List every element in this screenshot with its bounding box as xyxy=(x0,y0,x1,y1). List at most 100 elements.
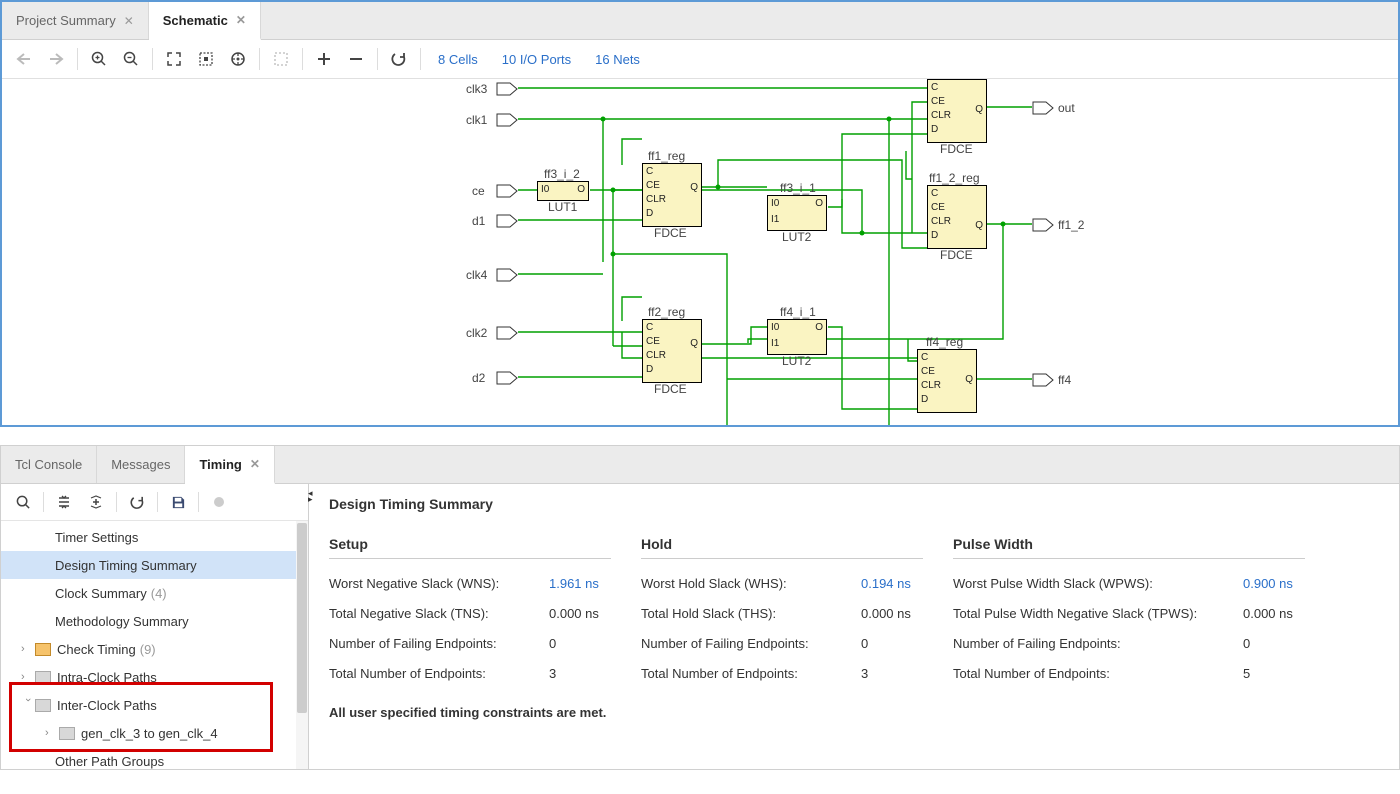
output-port-icon xyxy=(1032,101,1054,115)
tree-item-other-path-groups[interactable]: Other Path Groups xyxy=(1,747,308,769)
tree-item-intra-clock-paths[interactable]: › Intra-Clock Paths xyxy=(1,663,308,691)
tree-item-design-timing-summary[interactable]: Design Timing Summary xyxy=(1,551,308,579)
chevron-right-icon[interactable]: › xyxy=(45,727,59,739)
close-icon[interactable]: ✕ xyxy=(250,457,260,471)
folder-icon xyxy=(35,699,51,712)
collapse-all-button[interactable] xyxy=(48,489,80,515)
nav-forward-button[interactable] xyxy=(40,45,72,73)
nets-link[interactable]: 16 Nets xyxy=(583,52,652,67)
tree-item-methodology-summary[interactable]: Methodology Summary xyxy=(1,607,308,635)
select-area-button[interactable] xyxy=(265,45,297,73)
add-button[interactable] xyxy=(308,45,340,73)
whs-value[interactable]: 0.194 ns xyxy=(861,569,923,599)
separator xyxy=(157,492,158,512)
reload-button[interactable] xyxy=(121,489,153,515)
zoom-fit-button[interactable] xyxy=(158,45,190,73)
tree-item-genclk3-to-genclk4[interactable]: › gen_clk_3 to gen_clk_4 xyxy=(1,719,308,747)
cell-title: ff2_reg xyxy=(648,305,685,319)
expand-all-button[interactable] xyxy=(80,489,112,515)
tab-messages[interactable]: Messages xyxy=(97,446,185,483)
cell-lut2-a[interactable]: I0 I1 O xyxy=(767,195,827,231)
pin-label: C xyxy=(921,352,928,363)
cell-ff2-reg[interactable]: C CE CLR D Q xyxy=(642,319,702,383)
wpws-value[interactable]: 0.900 ns xyxy=(1243,569,1305,599)
ths-label: Total Hold Slack (THS): xyxy=(641,599,861,629)
port-label: ff1_2 xyxy=(1058,218,1084,232)
cell-type: LUT2 xyxy=(782,230,811,244)
record-button[interactable] xyxy=(203,489,235,515)
port-label: d2 xyxy=(472,371,485,385)
cell-lut1[interactable]: I0 O xyxy=(537,181,589,201)
auto-fit-button[interactable] xyxy=(222,45,254,73)
cell-title: ff4_i_1 xyxy=(780,305,816,319)
folder-icon xyxy=(59,727,75,740)
chevron-down-icon[interactable]: › xyxy=(22,698,34,712)
tab-tcl-console[interactable]: Tcl Console xyxy=(1,446,97,483)
pin-label: D xyxy=(921,394,928,405)
tree-item-clock-summary[interactable]: Clock Summary (4) xyxy=(1,579,308,607)
cell-lut2-b[interactable]: I0 I1 O xyxy=(767,319,827,355)
regenerate-button[interactable] xyxy=(383,45,415,73)
close-icon[interactable]: ✕ xyxy=(124,14,134,28)
cell-top-fdce[interactable]: C CE CLR D Q xyxy=(927,79,987,143)
cell-ff1-reg[interactable]: C CE CLR D Q xyxy=(642,163,702,227)
folder-icon xyxy=(35,671,51,684)
io-ports-link[interactable]: 10 I/O Ports xyxy=(490,52,583,67)
pw-heading: Pulse Width xyxy=(953,536,1305,559)
schematic-canvas[interactable]: clk3 clk1 ce d1 clk4 clk2 d2 out ff1_2 f… xyxy=(2,79,1398,425)
wns-value[interactable]: 1.961 ns xyxy=(549,569,611,599)
search-button[interactable] xyxy=(7,489,39,515)
cells-link[interactable]: 8 Cells xyxy=(426,52,490,67)
chevron-right-icon[interactable]: › xyxy=(21,643,35,655)
cell-type: FDCE xyxy=(654,226,687,240)
nfe-label: Number of Failing Endpoints: xyxy=(641,629,861,659)
zoom-to-selection-button[interactable] xyxy=(190,45,222,73)
cell-title: ff4_reg xyxy=(926,335,963,349)
port-label: clk3 xyxy=(466,82,487,96)
sidebar-toolbar xyxy=(1,484,308,521)
save-button[interactable] xyxy=(162,489,194,515)
tab-timing[interactable]: Timing ✕ xyxy=(185,446,274,484)
zoom-out-button[interactable] xyxy=(115,45,147,73)
cell-ff4-reg[interactable]: C CE CLR D Q xyxy=(917,349,977,413)
splitter-handle[interactable]: ◂▸ xyxy=(308,490,313,502)
separator xyxy=(302,48,303,70)
folder-icon xyxy=(35,643,51,656)
output-port-icon xyxy=(1032,373,1054,387)
cell-title: ff3_i_1 xyxy=(780,181,816,195)
nav-back-button[interactable] xyxy=(8,45,40,73)
cell-title: ff1_2_reg xyxy=(929,171,980,185)
tree-label: Timer Settings xyxy=(55,530,138,545)
timing-sidebar: Timer Settings Design Timing Summary Clo… xyxy=(1,484,309,769)
nfe-value: 0 xyxy=(861,629,923,659)
tab-schematic[interactable]: Schematic ✕ xyxy=(149,2,261,40)
cell-type: FDCE xyxy=(654,382,687,396)
tree-item-inter-clock-paths[interactable]: › Inter-Clock Paths xyxy=(1,691,308,719)
pin-label: C xyxy=(646,322,653,333)
tab-project-summary[interactable]: Project Summary ✕ xyxy=(2,2,149,39)
pin-label: CE xyxy=(921,366,935,377)
chevron-right-icon[interactable]: › xyxy=(21,671,35,683)
tree-item-timer-settings[interactable]: Timer Settings xyxy=(1,523,308,551)
pin-label: C xyxy=(931,82,938,93)
timing-tree[interactable]: Timer Settings Design Timing Summary Clo… xyxy=(1,521,308,769)
zoom-in-button[interactable] xyxy=(83,45,115,73)
input-port-icon xyxy=(496,184,518,198)
port-label: out xyxy=(1058,101,1075,115)
tree-item-check-timing[interactable]: › Check Timing (9) xyxy=(1,635,308,663)
schematic-panel: Project Summary ✕ Schematic ✕ xyxy=(0,0,1400,427)
pin-label: CLR xyxy=(921,380,941,391)
tns-label: Total Negative Slack (TNS): xyxy=(329,599,549,629)
nfe-value: 0 xyxy=(1243,629,1305,659)
tpws-label: Total Pulse Width Negative Slack (TPWS): xyxy=(953,599,1243,629)
scrollbar-thumb[interactable] xyxy=(297,523,307,713)
pin-label: CLR xyxy=(931,216,951,227)
scrollbar[interactable] xyxy=(296,521,308,769)
separator xyxy=(43,492,44,512)
remove-button[interactable] xyxy=(340,45,372,73)
hold-column: Hold Worst Hold Slack (WHS):0.194 ns Tot… xyxy=(641,536,923,689)
pin-label: CLR xyxy=(646,350,666,361)
cell-ff1-2-reg[interactable]: C CE CLR D Q xyxy=(927,185,987,249)
close-icon[interactable]: ✕ xyxy=(236,13,246,27)
separator xyxy=(77,48,78,70)
